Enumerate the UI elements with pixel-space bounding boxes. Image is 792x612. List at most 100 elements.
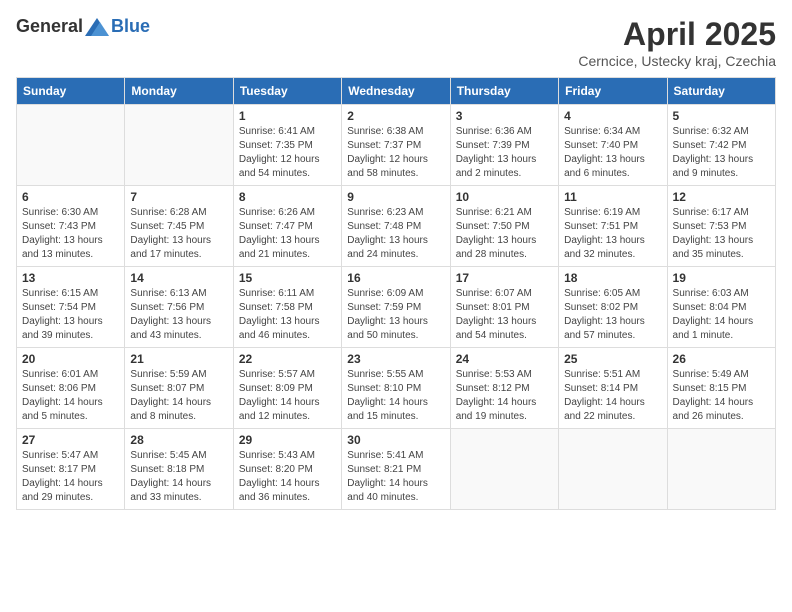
calendar-header-row: SundayMondayTuesdayWednesdayThursdayFrid… — [17, 78, 776, 105]
calendar-cell — [17, 105, 125, 186]
day-info: Sunrise: 5:43 AM Sunset: 8:20 PM Dayligh… — [239, 449, 336, 505]
day-number: 9 — [347, 190, 444, 204]
calendar-cell: 28 Sunrise: 5:45 AM Sunset: 8:18 PM Dayli… — [125, 429, 233, 510]
day-number: 5 — [673, 109, 770, 123]
day-number: 30 — [347, 433, 444, 447]
calendar-cell — [125, 105, 233, 186]
calendar-cell — [450, 429, 558, 510]
calendar-cell: 27 Sunrise: 5:47 AM Sunset: 8:17 PM Dayli… — [17, 429, 125, 510]
day-number: 2 — [347, 109, 444, 123]
day-number: 29 — [239, 433, 336, 447]
day-info: Sunrise: 5:41 AM Sunset: 8:21 PM Dayligh… — [347, 449, 444, 505]
day-info: Sunrise: 6:17 AM Sunset: 7:53 PM Dayligh… — [673, 206, 770, 262]
day-info: Sunrise: 5:53 AM Sunset: 8:12 PM Dayligh… — [456, 368, 553, 424]
day-info: Sunrise: 5:45 AM Sunset: 8:18 PM Dayligh… — [130, 449, 227, 505]
day-info: Sunrise: 6:05 AM Sunset: 8:02 PM Dayligh… — [564, 287, 661, 343]
calendar-cell: 8 Sunrise: 6:26 AM Sunset: 7:47 PM Daylig… — [233, 186, 341, 267]
calendar-cell: 3Sunrise: 6:36 AM Sunset: 7:39 PM Daylig… — [450, 105, 558, 186]
day-number: 12 — [673, 190, 770, 204]
day-info: Sunrise: 5:51 AM Sunset: 8:14 PM Dayligh… — [564, 368, 661, 424]
day-number: 11 — [564, 190, 661, 204]
calendar-cell: 1 Sunrise: 6:41 AM Sunset: 7:35 PM Daylig… — [233, 105, 341, 186]
calendar-week-row: 1 Sunrise: 6:41 AM Sunset: 7:35 PM Daylig… — [17, 105, 776, 186]
day-info: Sunrise: 6:11 AM Sunset: 7:58 PM Dayligh… — [239, 287, 336, 343]
day-info: Sunrise: 6:07 AM Sunset: 8:01 PM Dayligh… — [456, 287, 553, 343]
day-info: Sunrise: 5:47 AM Sunset: 8:17 PM Dayligh… — [22, 449, 119, 505]
day-info: Sunrise: 6:28 AM Sunset: 7:45 PM Dayligh… — [130, 206, 227, 262]
day-number: 16 — [347, 271, 444, 285]
day-number: 3 — [456, 109, 553, 123]
day-number: 27 — [22, 433, 119, 447]
calendar-cell: 14 Sunrise: 6:13 AM Sunset: 7:56 PM Dayli… — [125, 267, 233, 348]
calendar-cell: 11 Sunrise: 6:19 AM Sunset: 7:51 PM Dayli… — [559, 186, 667, 267]
day-info: Sunrise: 6:30 AM Sunset: 7:43 PM Dayligh… — [22, 206, 119, 262]
day-info: Sunrise: 6:15 AM Sunset: 7:54 PM Dayligh… — [22, 287, 119, 343]
calendar-cell: 22 Sunrise: 5:57 AM Sunset: 8:09 PM Dayli… — [233, 348, 341, 429]
calendar-cell: 13Sunrise: 6:15 AM Sunset: 7:54 PM Dayli… — [17, 267, 125, 348]
weekday-header: Tuesday — [233, 78, 341, 105]
calendar-cell: 25 Sunrise: 5:51 AM Sunset: 8:14 PM Dayli… — [559, 348, 667, 429]
calendar-cell: 29 Sunrise: 5:43 AM Sunset: 8:20 PM Dayli… — [233, 429, 341, 510]
calendar-cell — [667, 429, 775, 510]
day-number: 17 — [456, 271, 553, 285]
calendar-cell: 21 Sunrise: 5:59 AM Sunset: 8:07 PM Dayli… — [125, 348, 233, 429]
day-info: Sunrise: 5:59 AM Sunset: 8:07 PM Dayligh… — [130, 368, 227, 424]
day-number: 20 — [22, 352, 119, 366]
day-number: 21 — [130, 352, 227, 366]
calendar-cell: 30 Sunrise: 5:41 AM Sunset: 8:21 PM Dayli… — [342, 429, 450, 510]
title-block: April 2025 Cerncice, Ustecky kraj, Czech… — [578, 16, 776, 69]
day-info: Sunrise: 6:34 AM Sunset: 7:40 PM Dayligh… — [564, 125, 661, 181]
day-number: 25 — [564, 352, 661, 366]
day-number: 28 — [130, 433, 227, 447]
day-info: Sunrise: 6:21 AM Sunset: 7:50 PM Dayligh… — [456, 206, 553, 262]
calendar-table: SundayMondayTuesdayWednesdayThursdayFrid… — [16, 77, 776, 510]
day-info: Sunrise: 6:13 AM Sunset: 7:56 PM Dayligh… — [130, 287, 227, 343]
calendar-cell: 17 Sunrise: 6:07 AM Sunset: 8:01 PM Dayli… — [450, 267, 558, 348]
day-number: 22 — [239, 352, 336, 366]
weekday-header: Friday — [559, 78, 667, 105]
day-number: 8 — [239, 190, 336, 204]
day-info: Sunrise: 6:32 AM Sunset: 7:42 PM Dayligh… — [673, 125, 770, 181]
day-number: 6 — [22, 190, 119, 204]
calendar-cell: 26Sunrise: 5:49 AM Sunset: 8:15 PM Dayli… — [667, 348, 775, 429]
page-header: General Blue April 2025 Cerncice, Usteck… — [16, 16, 776, 69]
month-title: April 2025 — [578, 16, 776, 53]
logo: General Blue — [16, 16, 150, 37]
weekday-header: Saturday — [667, 78, 775, 105]
day-number: 14 — [130, 271, 227, 285]
calendar-cell: 6 Sunrise: 6:30 AM Sunset: 7:43 PM Daylig… — [17, 186, 125, 267]
calendar-cell: 24Sunrise: 5:53 AM Sunset: 8:12 PM Dayli… — [450, 348, 558, 429]
location-title: Cerncice, Ustecky kraj, Czechia — [578, 53, 776, 69]
calendar-cell: 15 Sunrise: 6:11 AM Sunset: 7:58 PM Dayli… — [233, 267, 341, 348]
calendar-cell: 2 Sunrise: 6:38 AM Sunset: 7:37 PM Daylig… — [342, 105, 450, 186]
weekday-header: Wednesday — [342, 78, 450, 105]
day-number: 26 — [673, 352, 770, 366]
day-number: 1 — [239, 109, 336, 123]
calendar-week-row: 13Sunrise: 6:15 AM Sunset: 7:54 PM Dayli… — [17, 267, 776, 348]
calendar-week-row: 20 Sunrise: 6:01 AM Sunset: 8:06 PM Dayli… — [17, 348, 776, 429]
weekday-header: Thursday — [450, 78, 558, 105]
day-info: Sunrise: 6:19 AM Sunset: 7:51 PM Dayligh… — [564, 206, 661, 262]
day-info: Sunrise: 6:38 AM Sunset: 7:37 PM Dayligh… — [347, 125, 444, 181]
day-info: Sunrise: 5:57 AM Sunset: 8:09 PM Dayligh… — [239, 368, 336, 424]
calendar-week-row: 27 Sunrise: 5:47 AM Sunset: 8:17 PM Dayli… — [17, 429, 776, 510]
day-number: 23 — [347, 352, 444, 366]
day-number: 4 — [564, 109, 661, 123]
day-number: 10 — [456, 190, 553, 204]
calendar-cell: 5 Sunrise: 6:32 AM Sunset: 7:42 PM Daylig… — [667, 105, 775, 186]
day-number: 19 — [673, 271, 770, 285]
calendar-cell: 9 Sunrise: 6:23 AM Sunset: 7:48 PM Daylig… — [342, 186, 450, 267]
calendar-week-row: 6 Sunrise: 6:30 AM Sunset: 7:43 PM Daylig… — [17, 186, 776, 267]
day-info: Sunrise: 6:26 AM Sunset: 7:47 PM Dayligh… — [239, 206, 336, 262]
logo-text-general: General — [16, 16, 83, 37]
day-number: 15 — [239, 271, 336, 285]
calendar-cell: 20 Sunrise: 6:01 AM Sunset: 8:06 PM Dayli… — [17, 348, 125, 429]
day-info: Sunrise: 6:01 AM Sunset: 8:06 PM Dayligh… — [22, 368, 119, 424]
day-info: Sunrise: 6:23 AM Sunset: 7:48 PM Dayligh… — [347, 206, 444, 262]
calendar-cell: 4 Sunrise: 6:34 AM Sunset: 7:40 PM Daylig… — [559, 105, 667, 186]
logo-text-blue: Blue — [111, 16, 150, 37]
calendar-cell: 18Sunrise: 6:05 AM Sunset: 8:02 PM Dayli… — [559, 267, 667, 348]
calendar-cell: 16Sunrise: 6:09 AM Sunset: 7:59 PM Dayli… — [342, 267, 450, 348]
day-number: 7 — [130, 190, 227, 204]
day-info: Sunrise: 6:41 AM Sunset: 7:35 PM Dayligh… — [239, 125, 336, 181]
